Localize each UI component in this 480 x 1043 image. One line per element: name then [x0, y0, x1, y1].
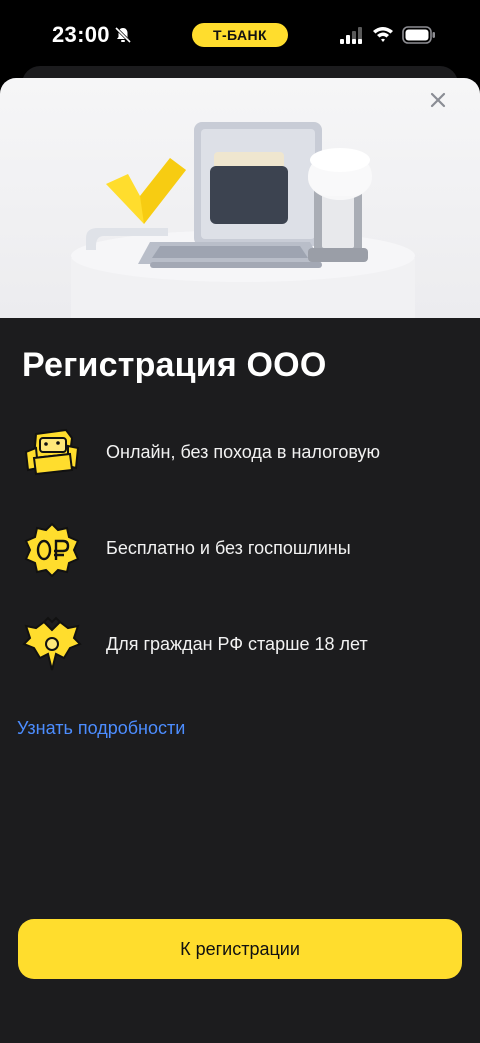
close-icon: [430, 92, 446, 108]
feature-citizens: Для граждан РФ старше 18 лет: [22, 616, 462, 676]
bell-off-icon: [114, 26, 132, 44]
zero-ruble-badge-icon: [24, 522, 80, 578]
feature-online: Онлайн, без похода в налоговую: [22, 424, 462, 484]
register-button[interactable]: К регистрации: [18, 919, 462, 979]
screen: 23:00 Т-БАНК Регистрация ООО Онлайн, без…: [0, 0, 480, 1043]
learn-more-link[interactable]: Узнать подробности: [17, 718, 185, 739]
wifi-icon: [373, 27, 393, 42]
feature-free: Бесплатно и без госпошлины: [22, 520, 462, 580]
status-bar: 23:00 Т-БАНК: [0, 0, 480, 70]
feature-text-free: Бесплатно и без госпошлины: [106, 538, 351, 558]
feature-text-citizens: Для граждан РФ старше 18 лет: [106, 634, 368, 654]
battery-icon: [402, 26, 435, 44]
sheet-title: Регистрация ООО: [22, 346, 327, 384]
registration-sheet: Регистрация ООО Онлайн, без похода в нал…: [0, 78, 480, 1043]
feature-text-online: Онлайн, без похода в налоговую: [106, 442, 380, 462]
laptop-stamp-illustration: [71, 122, 415, 318]
bank-badge: Т-БАНК: [192, 23, 288, 47]
armchair-icon: [24, 428, 80, 476]
close-button[interactable]: [430, 92, 462, 124]
status-time: 23:00: [52, 22, 110, 47]
eagle-emblem-icon: [22, 616, 82, 671]
cellular-signal-icon: [340, 27, 362, 44]
hero-illustration: [0, 78, 480, 318]
